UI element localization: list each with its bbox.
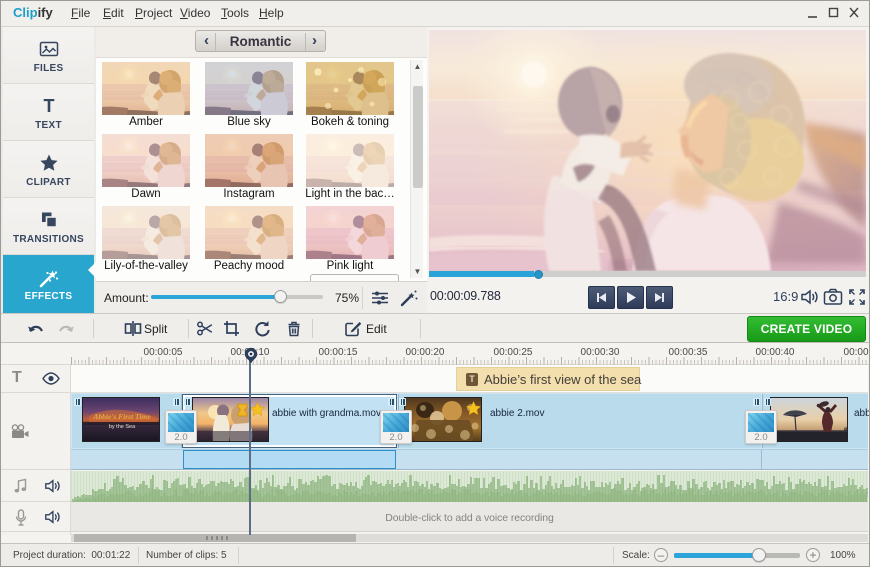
svg-text:T: T xyxy=(43,96,54,116)
svg-text:Abbie's First Time: Abbie's First Time xyxy=(92,412,151,421)
svg-text:by the Sea: by the Sea xyxy=(109,424,136,430)
